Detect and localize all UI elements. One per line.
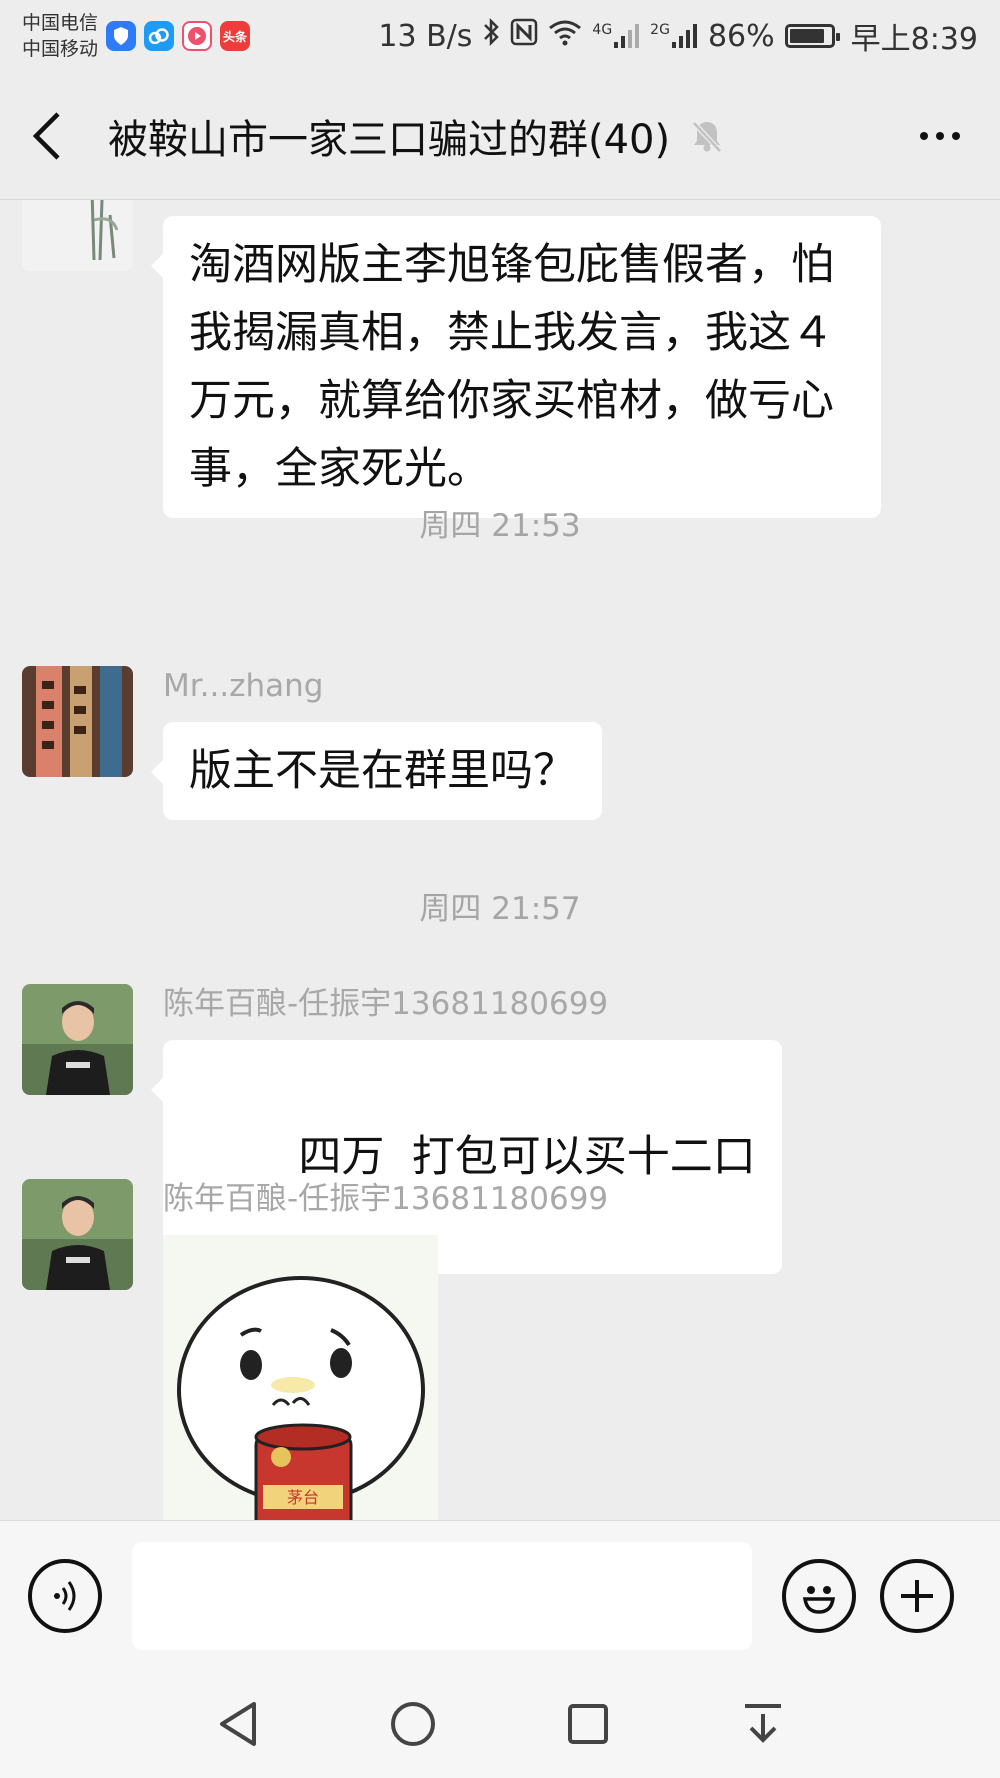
net-speed: 13 B/s bbox=[378, 18, 473, 54]
sender-name: 陈年百酿-任振宇13681180699 bbox=[163, 1181, 609, 1217]
message-text: 四万 打包可以买十二口 bbox=[298, 1132, 756, 1182]
message-bubble[interactable]: 版主不是在群里吗？ bbox=[151, 722, 602, 820]
message-item: 淘酒网版主李旭锋包庇售假者，怕我揭漏真相，禁止我发言，我这４万元，就算给你家买棺… bbox=[22, 200, 881, 518]
message-item: 陈年百酿-任振宇13681180699 茅台 bbox=[22, 1179, 608, 1520]
cartoon-drinking-sticker[interactable]: 茅台 bbox=[163, 1235, 438, 1520]
input-bar bbox=[0, 1520, 1000, 1670]
voice-icon[interactable] bbox=[28, 1558, 102, 1633]
sender-name: Mr...zhang bbox=[163, 668, 324, 704]
shield-app-icon bbox=[106, 21, 137, 51]
chat-title[interactable]: 被鞍山市一家三口骗过的群(40) bbox=[108, 107, 670, 165]
notification-app-icons: 头条 bbox=[106, 21, 251, 51]
signal-4g-icon: 4G bbox=[592, 22, 640, 50]
message-list[interactable]: 淘酒网版主李旭锋包庇售假者，怕我揭漏真相，禁止我发言，我这４万元，就算给你家买棺… bbox=[0, 200, 1000, 1520]
toutiao-app-icon: 头条 bbox=[220, 21, 251, 51]
more-dots-icon[interactable] bbox=[910, 116, 970, 156]
message-item: Mr...zhang 版主不是在群里吗？ bbox=[22, 666, 602, 820]
cloud-app-icon bbox=[144, 21, 175, 51]
carrier-2: 中国移动 bbox=[22, 38, 99, 60]
chat-header: 被鞍山市一家三口骗过的群(40) bbox=[0, 72, 1000, 200]
plus-icon[interactable] bbox=[880, 1558, 954, 1633]
notification-pull-icon[interactable] bbox=[735, 1696, 791, 1752]
battery-percent: 86% bbox=[707, 18, 775, 54]
mute-bell-icon bbox=[688, 117, 726, 155]
status-indicators: 13 B/s 4G 2G 86% 早上8:39 bbox=[378, 14, 978, 58]
home-circle-icon[interactable] bbox=[385, 1696, 441, 1752]
avatar[interactable] bbox=[22, 200, 133, 271]
avatar[interactable] bbox=[22, 984, 133, 1095]
wifi-icon bbox=[548, 18, 582, 54]
back-triangle-icon[interactable] bbox=[210, 1696, 266, 1752]
avatar[interactable] bbox=[22, 1179, 133, 1290]
avatar[interactable] bbox=[22, 666, 133, 777]
message-bubble[interactable]: 淘酒网版主李旭锋包庇售假者，怕我揭漏真相，禁止我发言，我这４万元，就算给你家买棺… bbox=[151, 216, 881, 518]
nfc-icon bbox=[510, 18, 538, 54]
carrier-1: 中国电信 bbox=[22, 12, 99, 34]
emoji-icon[interactable] bbox=[782, 1558, 856, 1633]
battery-fill bbox=[789, 29, 825, 43]
system-nav-bar bbox=[0, 1670, 1000, 1778]
svg-text:茅台: 茅台 bbox=[287, 1488, 319, 1507]
clock: 早上8:39 bbox=[850, 22, 978, 57]
battery-icon bbox=[784, 24, 840, 48]
back-arrow-icon[interactable] bbox=[30, 106, 80, 166]
sender-name bbox=[163, 200, 881, 216]
status-bar: 中国电信 中国移动 头条 13 B/s 4G 2G 86% 早上8:39 bbox=[0, 0, 1000, 72]
signal-2g-icon: 2G bbox=[650, 22, 698, 50]
carrier-names: 中国电信 中国移动 bbox=[22, 10, 98, 62]
recents-square-icon[interactable] bbox=[560, 1696, 616, 1752]
message-text: 版主不是在群里吗？ bbox=[189, 746, 576, 796]
message-text: 淘酒网版主李旭锋包庇售假者，怕我揭漏真相，禁止我发言，我这４万元，就算给你家买棺… bbox=[189, 240, 834, 494]
timestamp: 周四 21:53 bbox=[419, 508, 581, 544]
video-app-icon bbox=[182, 21, 213, 51]
sender-name: 陈年百酿-任振宇13681180699 bbox=[163, 986, 609, 1022]
timestamp: 周四 21:57 bbox=[419, 891, 581, 927]
bluetooth-icon bbox=[482, 17, 500, 55]
message-input[interactable] bbox=[132, 1541, 752, 1650]
